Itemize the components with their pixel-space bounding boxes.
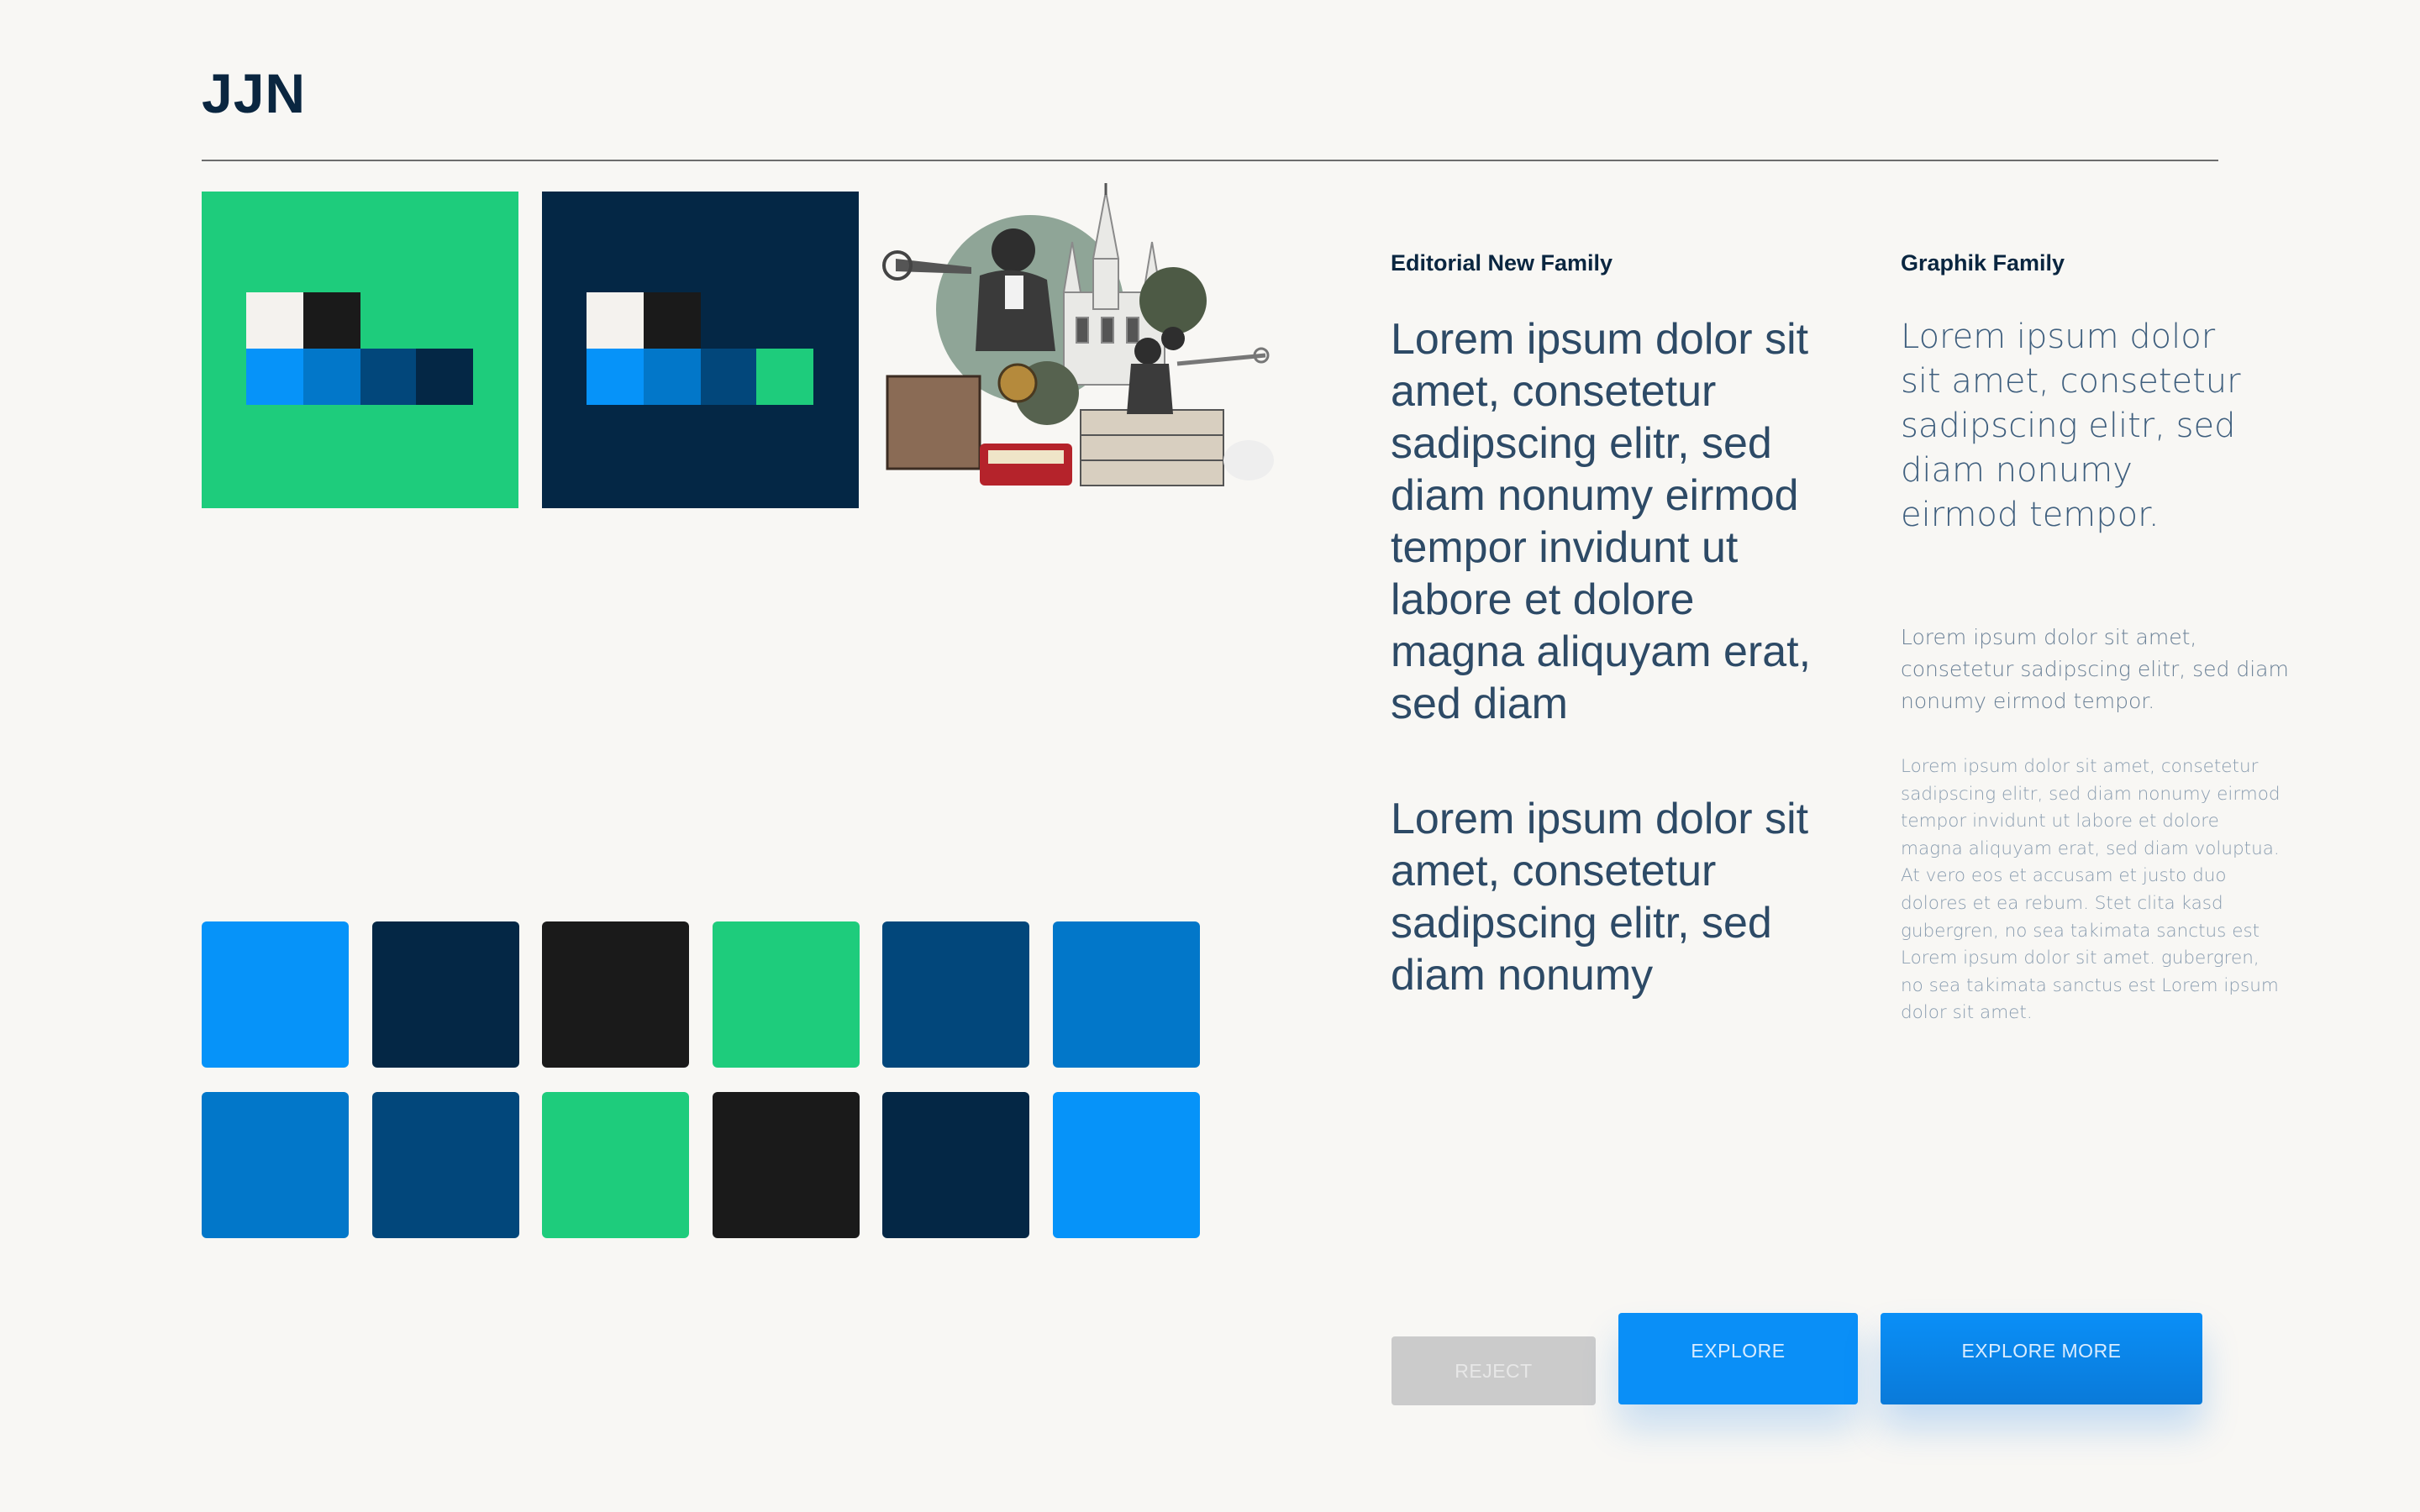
logo-cell [701,349,758,405]
color-swatch [882,921,1029,1068]
editorial-specimen-short: Lorem ipsum dolor sit amet, consetetur s… [1391,795,1809,1000]
color-swatch [1053,921,1200,1068]
graphik-specimen-medium: Lorem ipsum dolor sit amet, consetetur s… [1901,625,2289,713]
reject-button[interactable]: REJECT [1392,1336,1596,1405]
logo-cell [360,349,418,405]
logo-cell [246,292,303,349]
logo-cell [246,349,303,405]
logo-cell [644,292,701,349]
logo-cell [587,349,644,405]
logo-cell [587,292,644,349]
color-swatch [372,1092,519,1238]
graphik-specimen-large: Lorem ipsum dolor sit amet, consetetur s… [1901,318,2241,534]
logo-cell [756,349,813,405]
logo-mark [246,292,473,405]
logo-cell [644,349,701,405]
color-swatch [542,1092,689,1238]
editorial-family-title: Editorial New Family [1391,250,1613,276]
graphik-specimen-small: Lorem ipsum dolor sit amet, consetetur s… [1901,756,2281,1024]
new-orleans-collage-image [882,183,1274,486]
logo-cell [303,349,360,405]
brand-title: JJN [202,62,307,124]
color-swatch [202,921,349,1068]
color-swatch [713,1092,860,1238]
color-swatch [202,1092,349,1238]
logo-tile-navy [542,192,859,508]
color-swatch [542,921,689,1068]
logo-cell [303,292,360,349]
editorial-specimen-large: Lorem ipsum dolor sit amet, consetetur s… [1391,315,1812,728]
logo-mark [587,292,813,405]
header-divider [202,160,2218,161]
color-swatch-grid [202,921,1200,1239]
graphik-family-title: Graphik Family [1901,250,2065,276]
explore-more-button[interactable]: EXPLORE MORE [1881,1313,2202,1404]
color-swatch [713,921,860,1068]
logo-tile-green [202,192,518,508]
explore-button[interactable]: EXPLORE [1618,1313,1858,1404]
color-swatch [372,921,519,1068]
logo-cell [416,349,473,405]
color-swatch [882,1092,1029,1238]
color-swatch [1053,1092,1200,1238]
